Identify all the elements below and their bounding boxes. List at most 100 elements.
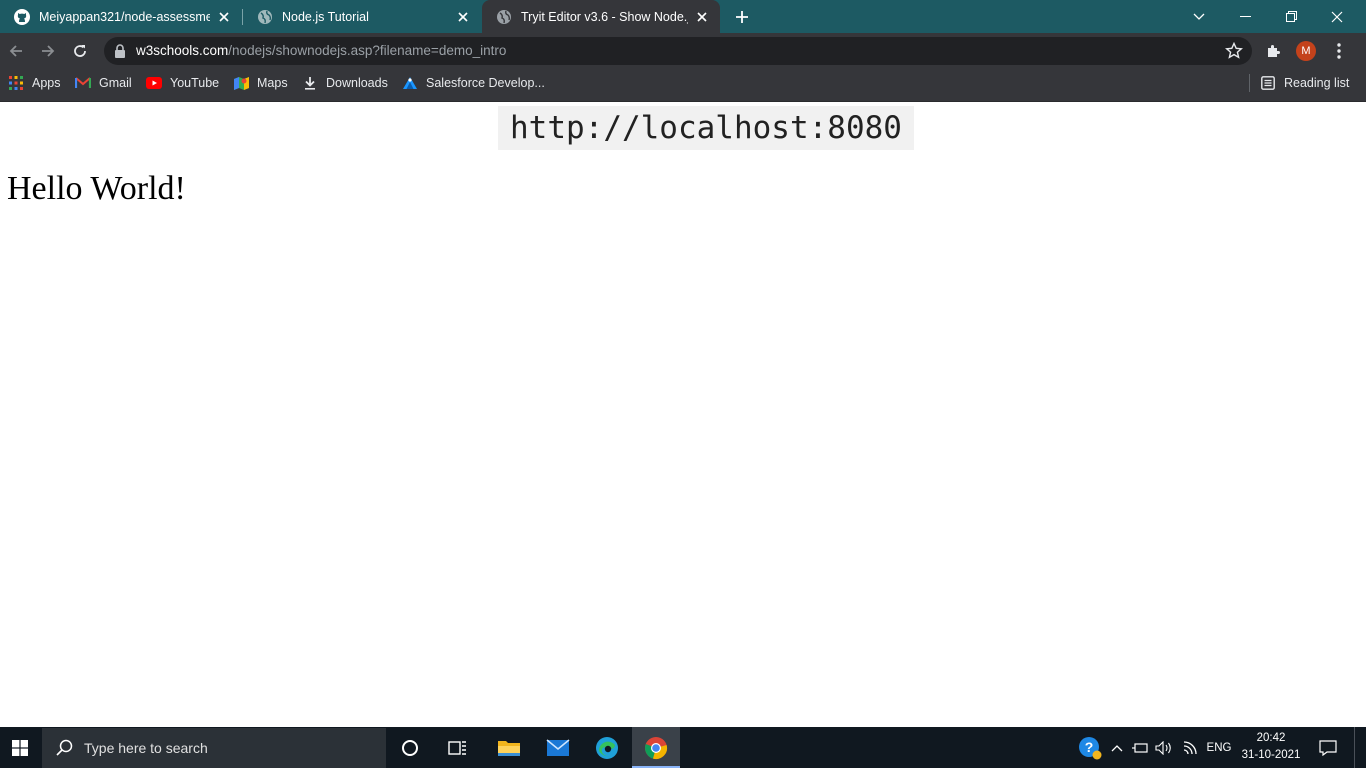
salesforce-icon — [402, 75, 418, 91]
menu-button[interactable] — [1327, 39, 1351, 63]
tab-github[interactable]: Meiyappan321/node-assessment — [0, 0, 242, 33]
windows-taskbar: Type here to search ? ENG 20:42 31-10-20… — [0, 727, 1366, 768]
extensions-button[interactable] — [1262, 39, 1286, 63]
folder-icon — [498, 740, 520, 756]
notification-icon — [1319, 739, 1337, 756]
tab-title: Node.js Tutorial — [282, 9, 369, 24]
arrow-left-icon — [9, 45, 22, 57]
windows-logo-icon — [12, 739, 28, 756]
mail-app-button[interactable] — [534, 727, 582, 768]
browser-toolbar: w3schools.com/nodejs/shownodejs.asp?file… — [0, 33, 1366, 69]
bookmark-label: YouTube — [170, 76, 220, 90]
bookmark-label: Maps — [257, 76, 288, 90]
task-view-button[interactable] — [434, 727, 482, 768]
puzzle-icon — [1268, 45, 1280, 57]
bookmark-apps[interactable]: Apps — [8, 69, 61, 97]
back-button[interactable] — [4, 39, 28, 63]
svg-text:?: ? — [1085, 739, 1094, 755]
help-icon: ? — [1079, 736, 1102, 759]
help-tray-button[interactable]: ? — [1076, 727, 1104, 768]
globe-icon — [497, 9, 511, 24]
tab-title: Tryit Editor v3.6 - Show Node.js — [521, 9, 688, 24]
globe-icon — [258, 9, 272, 24]
system-clock[interactable]: 20:42 31-10-2021 — [1238, 730, 1304, 764]
start-button[interactable] — [0, 727, 40, 768]
minimize-button[interactable] — [1222, 0, 1268, 33]
close-tab-icon[interactable] — [694, 9, 710, 25]
volume-tray-button[interactable] — [1153, 727, 1175, 768]
search-icon — [56, 739, 73, 756]
bookmark-label: Salesforce Develop... — [426, 76, 545, 90]
taskbar-search-box[interactable]: Type here to search — [42, 728, 386, 768]
task-view-icon — [448, 740, 466, 755]
new-tab-button[interactable] — [731, 6, 753, 28]
show-hidden-icons-button[interactable] — [1107, 727, 1127, 768]
show-desktop-divider[interactable] — [1354, 727, 1355, 768]
clock-time: 20:42 — [1256, 732, 1286, 744]
bookmarks-divider — [1249, 74, 1250, 92]
gmail-icon — [75, 75, 91, 91]
tab-search-button[interactable] — [1176, 0, 1222, 33]
tab-strip: Meiyappan321/node-assessment Node.js Tut… — [0, 0, 1366, 33]
address-bar[interactable]: w3schools.com/nodejs/shownodejs.asp?file… — [104, 37, 1252, 65]
forward-button[interactable] — [36, 39, 60, 63]
bookmarks-bar: Apps Gmail YouTube Maps Downloads Salesf… — [0, 69, 1366, 102]
edge-icon — [596, 736, 618, 759]
action-center-button[interactable] — [1314, 727, 1342, 768]
url-path: /nodejs/shownodejs.asp?filename=demo_int… — [228, 43, 507, 58]
restore-icon — [1285, 11, 1297, 22]
chevron-up-icon — [1111, 744, 1123, 751]
bookmark-star-icon[interactable] — [1225, 42, 1243, 60]
page-content: http://localhost:8080 Hello World! — [0, 102, 1366, 726]
reading-list-label: Reading list — [1284, 76, 1350, 90]
youtube-icon — [146, 75, 162, 91]
wifi-tray-button[interactable] — [1180, 727, 1202, 768]
file-explorer-button[interactable] — [485, 727, 533, 768]
tab-nodejs-tutorial[interactable]: Node.js Tutorial — [243, 0, 481, 33]
chrome-icon — [645, 736, 668, 759]
download-icon — [302, 75, 318, 91]
url-host: w3schools.com — [136, 43, 229, 58]
edge-browser-button[interactable] — [583, 727, 631, 768]
github-icon — [14, 8, 30, 25]
cortana-button[interactable] — [386, 727, 434, 768]
more-vertical-icon — [1337, 43, 1341, 59]
restore-button[interactable] — [1268, 0, 1314, 33]
search-placeholder: Type here to search — [84, 740, 208, 756]
bookmark-gmail[interactable]: Gmail — [75, 69, 132, 97]
clock-date: 31-10-2021 — [1241, 749, 1301, 761]
reload-button[interactable] — [68, 39, 92, 63]
bookmark-maps[interactable]: Maps — [233, 69, 288, 97]
bookmark-downloads[interactable]: Downloads — [302, 69, 388, 97]
wifi-icon — [1183, 740, 1197, 754]
bookmark-salesforce[interactable]: Salesforce Develop... — [402, 69, 545, 97]
minimize-icon — [1239, 15, 1251, 17]
reload-icon — [74, 45, 86, 57]
chevron-down-icon — [1193, 13, 1205, 20]
cortana-circle-icon — [402, 739, 418, 756]
close-tab-icon[interactable] — [216, 9, 232, 25]
chrome-browser-button[interactable] — [632, 727, 680, 768]
arrow-right-icon — [42, 45, 55, 57]
bookmark-label: Downloads — [326, 76, 388, 90]
close-tab-icon[interactable] — [455, 9, 471, 25]
tab-title: Meiyappan321/node-assessment — [39, 9, 210, 24]
profile-avatar[interactable]: M — [1296, 41, 1316, 61]
speaker-icon — [1155, 740, 1171, 755]
localhost-url-code: http://localhost:8080 — [498, 106, 914, 150]
apps-grid-icon — [8, 75, 24, 91]
battery-plug-icon — [1132, 742, 1148, 753]
network-tray-button[interactable] — [1129, 727, 1151, 768]
maps-icon — [233, 75, 249, 91]
bookmark-label: Apps — [32, 76, 61, 90]
plus-icon — [736, 11, 748, 23]
lock-icon — [115, 44, 125, 58]
close-icon — [1331, 11, 1343, 22]
mail-icon — [546, 738, 570, 756]
url-text: w3schools.com/nodejs/shownodejs.asp?file… — [136, 43, 506, 58]
reading-list-button[interactable]: Reading list — [1260, 69, 1349, 97]
bookmark-youtube[interactable]: YouTube — [146, 69, 219, 97]
close-window-button[interactable] — [1314, 0, 1360, 33]
tab-tryit-editor[interactable]: Tryit Editor v3.6 - Show Node.js — [482, 0, 720, 33]
language-indicator[interactable]: ENG — [1204, 727, 1234, 768]
